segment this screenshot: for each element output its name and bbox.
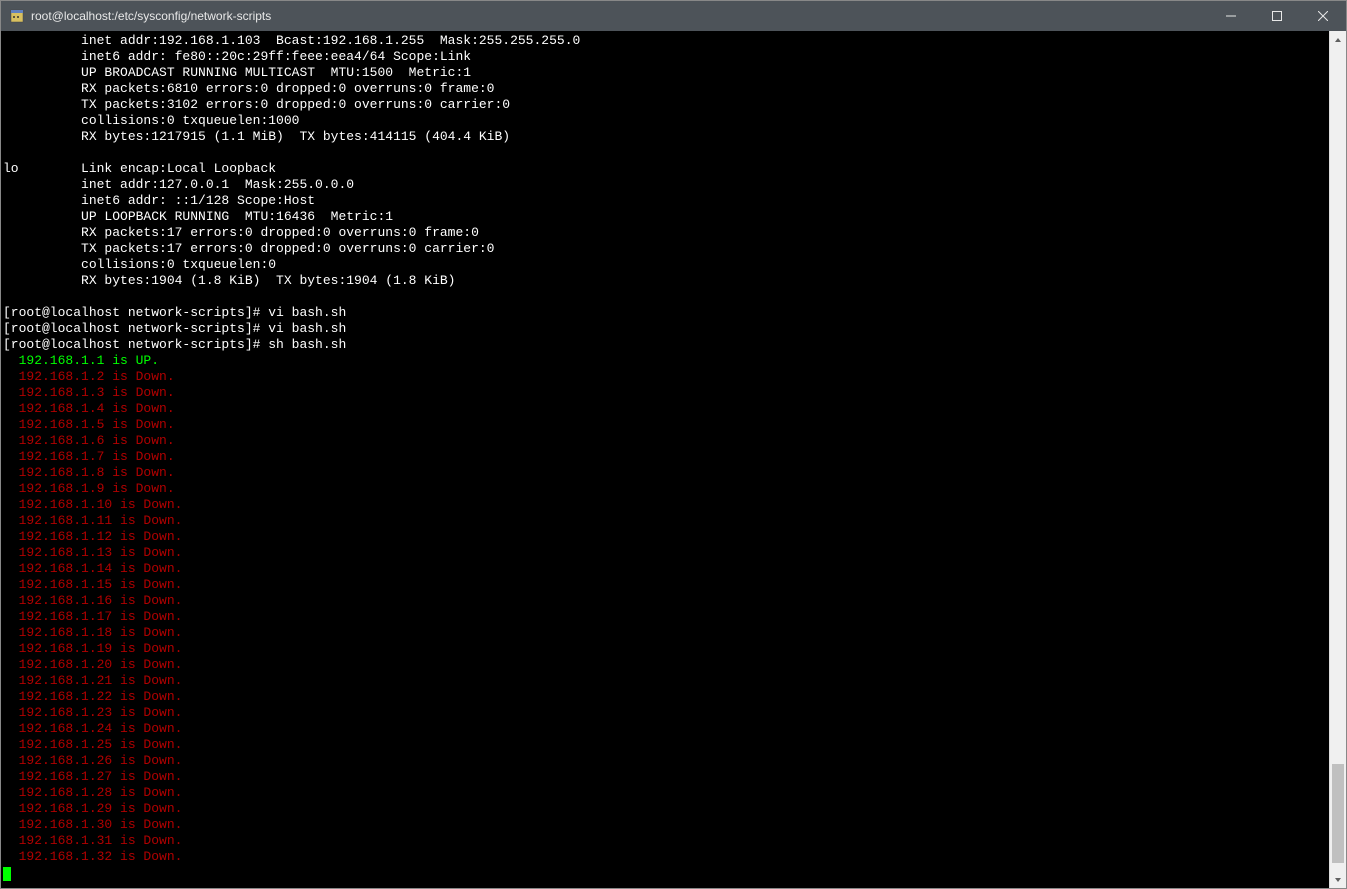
ping-result-line: 192.168.1.27 is Down.	[3, 769, 182, 784]
ping-result-line: 192.168.1.12 is Down.	[3, 529, 182, 544]
scroll-up-button[interactable]	[1330, 31, 1346, 48]
title-left: root@localhost:/etc/sysconfig/network-sc…	[9, 8, 271, 24]
scrollbar-track[interactable]	[1330, 48, 1346, 871]
app-window: root@localhost:/etc/sysconfig/network-sc…	[0, 0, 1347, 889]
scrollbar-thumb[interactable]	[1332, 764, 1344, 863]
ping-result-line: 192.168.1.23 is Down.	[3, 705, 182, 720]
ping-result-line: 192.168.1.28 is Down.	[3, 785, 182, 800]
minimize-icon	[1226, 11, 1236, 21]
vertical-scrollbar[interactable]	[1329, 31, 1346, 888]
ping-result-line: 192.168.1.15 is Down.	[3, 577, 182, 592]
ping-result-line: 192.168.1.21 is Down.	[3, 673, 182, 688]
ping-result-line: 192.168.1.2 is Down.	[3, 369, 175, 384]
terminal[interactable]: inet addr:192.168.1.103 Bcast:192.168.1.…	[1, 31, 1329, 888]
ping-result-line: 192.168.1.30 is Down.	[3, 817, 182, 832]
close-button[interactable]	[1300, 1, 1346, 31]
scroll-down-button[interactable]	[1330, 871, 1346, 888]
ping-result-line: 192.168.1.5 is Down.	[3, 417, 175, 432]
ping-result-line: 192.168.1.14 is Down.	[3, 561, 182, 576]
ping-result-line: 192.168.1.20 is Down.	[3, 657, 182, 672]
ping-result-line: 192.168.1.19 is Down.	[3, 641, 182, 656]
ping-result-line: 192.168.1.10 is Down.	[3, 497, 182, 512]
ping-result-line: 192.168.1.18 is Down.	[3, 625, 182, 640]
chevron-down-icon	[1334, 876, 1342, 884]
ping-result-line: 192.168.1.4 is Down.	[3, 401, 175, 416]
ping-result-line: 192.168.1.13 is Down.	[3, 545, 182, 560]
ping-result-line: 192.168.1.8 is Down.	[3, 465, 175, 480]
window-title: root@localhost:/etc/sysconfig/network-sc…	[31, 9, 271, 23]
chevron-up-icon	[1334, 36, 1342, 44]
client-area: inet addr:192.168.1.103 Bcast:192.168.1.…	[1, 31, 1346, 888]
title-bar[interactable]: root@localhost:/etc/sysconfig/network-sc…	[1, 1, 1346, 31]
ping-result-line: 192.168.1.6 is Down.	[3, 433, 175, 448]
ping-result-line: 192.168.1.11 is Down.	[3, 513, 182, 528]
app-icon	[9, 8, 25, 24]
ping-result-line: 192.168.1.17 is Down.	[3, 609, 182, 624]
maximize-button[interactable]	[1254, 1, 1300, 31]
ping-result-line: 192.168.1.3 is Down.	[3, 385, 175, 400]
terminal-cursor	[3, 867, 11, 881]
ping-result-line: 192.168.1.29 is Down.	[3, 801, 182, 816]
ping-result-line: 192.168.1.31 is Down.	[3, 833, 182, 848]
ping-result-line: 192.168.1.26 is Down.	[3, 753, 182, 768]
window-controls	[1208, 1, 1346, 31]
ping-result-line: 192.168.1.9 is Down.	[3, 481, 175, 496]
ping-result-line: 192.168.1.7 is Down.	[3, 449, 175, 464]
ping-result-line: 192.168.1.24 is Down.	[3, 721, 182, 736]
ping-result-line: 192.168.1.1 is UP.	[3, 353, 159, 368]
maximize-icon	[1272, 11, 1282, 21]
ping-result-line: 192.168.1.32 is Down.	[3, 849, 182, 864]
close-icon	[1318, 11, 1328, 21]
ping-result-line: 192.168.1.22 is Down.	[3, 689, 182, 704]
ping-result-line: 192.168.1.16 is Down.	[3, 593, 182, 608]
minimize-button[interactable]	[1208, 1, 1254, 31]
ping-result-line: 192.168.1.25 is Down.	[3, 737, 182, 752]
